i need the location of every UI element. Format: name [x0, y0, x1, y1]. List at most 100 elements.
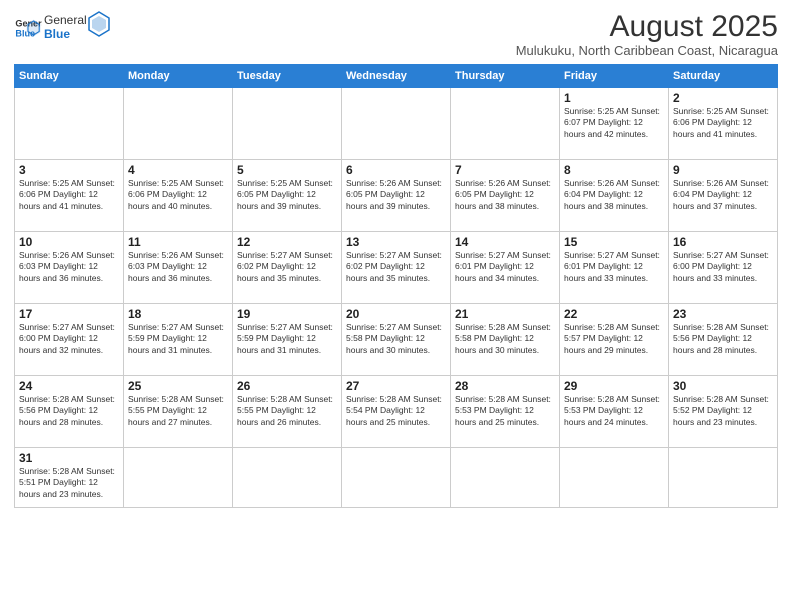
day-number: 22	[564, 307, 664, 321]
day-info: Sunrise: 5:27 AM Sunset: 6:01 PM Dayligh…	[455, 250, 555, 284]
table-row: 17Sunrise: 5:27 AM Sunset: 6:00 PM Dayli…	[15, 304, 124, 376]
day-number: 20	[346, 307, 446, 321]
day-info: Sunrise: 5:27 AM Sunset: 5:59 PM Dayligh…	[128, 322, 228, 356]
table-row	[560, 448, 669, 508]
table-row: 6Sunrise: 5:26 AM Sunset: 6:05 PM Daylig…	[342, 160, 451, 232]
table-row: 8Sunrise: 5:26 AM Sunset: 6:04 PM Daylig…	[560, 160, 669, 232]
day-number: 23	[673, 307, 773, 321]
table-row: 30Sunrise: 5:28 AM Sunset: 5:52 PM Dayli…	[669, 376, 778, 448]
day-info: Sunrise: 5:27 AM Sunset: 5:58 PM Dayligh…	[346, 322, 446, 356]
day-number: 15	[564, 235, 664, 249]
table-row: 29Sunrise: 5:28 AM Sunset: 5:53 PM Dayli…	[560, 376, 669, 448]
table-row	[342, 448, 451, 508]
col-friday: Friday	[560, 65, 669, 88]
day-number: 14	[455, 235, 555, 249]
logo: General Blue General Blue	[14, 10, 114, 45]
day-number: 7	[455, 163, 555, 177]
day-info: Sunrise: 5:27 AM Sunset: 6:00 PM Dayligh…	[19, 322, 119, 356]
table-row: 2Sunrise: 5:25 AM Sunset: 6:06 PM Daylig…	[669, 88, 778, 160]
table-row: 24Sunrise: 5:28 AM Sunset: 5:56 PM Dayli…	[15, 376, 124, 448]
table-row: 22Sunrise: 5:28 AM Sunset: 5:57 PM Dayli…	[560, 304, 669, 376]
day-number: 24	[19, 379, 119, 393]
day-info: Sunrise: 5:28 AM Sunset: 5:57 PM Dayligh…	[564, 322, 664, 356]
day-info: Sunrise: 5:26 AM Sunset: 6:04 PM Dayligh…	[564, 178, 664, 212]
calendar-table: Sunday Monday Tuesday Wednesday Thursday…	[14, 64, 778, 508]
table-row: 16Sunrise: 5:27 AM Sunset: 6:00 PM Dayli…	[669, 232, 778, 304]
table-row: 31Sunrise: 5:28 AM Sunset: 5:51 PM Dayli…	[15, 448, 124, 508]
day-info: Sunrise: 5:26 AM Sunset: 6:05 PM Dayligh…	[346, 178, 446, 212]
table-row: 1Sunrise: 5:25 AM Sunset: 6:07 PM Daylig…	[560, 88, 669, 160]
table-row: 25Sunrise: 5:28 AM Sunset: 5:55 PM Dayli…	[124, 376, 233, 448]
table-row: 27Sunrise: 5:28 AM Sunset: 5:54 PM Dayli…	[342, 376, 451, 448]
day-info: Sunrise: 5:26 AM Sunset: 6:03 PM Dayligh…	[128, 250, 228, 284]
col-thursday: Thursday	[451, 65, 560, 88]
day-number: 25	[128, 379, 228, 393]
table-row	[451, 448, 560, 508]
day-number: 1	[564, 91, 664, 105]
day-number: 13	[346, 235, 446, 249]
day-number: 18	[128, 307, 228, 321]
day-info: Sunrise: 5:26 AM Sunset: 6:04 PM Dayligh…	[673, 178, 773, 212]
col-tuesday: Tuesday	[233, 65, 342, 88]
day-info: Sunrise: 5:28 AM Sunset: 5:56 PM Dayligh…	[673, 322, 773, 356]
day-number: 17	[19, 307, 119, 321]
day-number: 10	[19, 235, 119, 249]
table-row: 19Sunrise: 5:27 AM Sunset: 5:59 PM Dayli…	[233, 304, 342, 376]
day-info: Sunrise: 5:27 AM Sunset: 5:59 PM Dayligh…	[237, 322, 337, 356]
day-number: 27	[346, 379, 446, 393]
day-info: Sunrise: 5:28 AM Sunset: 5:52 PM Dayligh…	[673, 394, 773, 428]
col-monday: Monday	[124, 65, 233, 88]
day-info: Sunrise: 5:28 AM Sunset: 5:55 PM Dayligh…	[128, 394, 228, 428]
table-row: 9Sunrise: 5:26 AM Sunset: 6:04 PM Daylig…	[669, 160, 778, 232]
day-info: Sunrise: 5:28 AM Sunset: 5:53 PM Dayligh…	[564, 394, 664, 428]
logo-icon: General Blue	[14, 14, 42, 42]
day-info: Sunrise: 5:25 AM Sunset: 6:06 PM Dayligh…	[19, 178, 119, 212]
table-row: 28Sunrise: 5:28 AM Sunset: 5:53 PM Dayli…	[451, 376, 560, 448]
day-number: 4	[128, 163, 228, 177]
table-row	[124, 88, 233, 160]
table-row	[451, 88, 560, 160]
day-info: Sunrise: 5:27 AM Sunset: 6:01 PM Dayligh…	[564, 250, 664, 284]
day-number: 12	[237, 235, 337, 249]
table-row: 15Sunrise: 5:27 AM Sunset: 6:01 PM Dayli…	[560, 232, 669, 304]
page: General Blue General Blue August 2025 Mu…	[0, 0, 792, 612]
calendar-title: August 2025	[516, 10, 778, 43]
day-number: 6	[346, 163, 446, 177]
day-number: 8	[564, 163, 664, 177]
day-number: 26	[237, 379, 337, 393]
day-info: Sunrise: 5:27 AM Sunset: 6:00 PM Dayligh…	[673, 250, 773, 284]
svg-text:General: General	[44, 13, 87, 27]
day-info: Sunrise: 5:25 AM Sunset: 6:06 PM Dayligh…	[128, 178, 228, 212]
day-number: 19	[237, 307, 337, 321]
day-info: Sunrise: 5:25 AM Sunset: 6:07 PM Dayligh…	[564, 106, 664, 140]
table-row	[233, 448, 342, 508]
day-number: 30	[673, 379, 773, 393]
table-row: 13Sunrise: 5:27 AM Sunset: 6:02 PM Dayli…	[342, 232, 451, 304]
day-info: Sunrise: 5:28 AM Sunset: 5:55 PM Dayligh…	[237, 394, 337, 428]
day-number: 16	[673, 235, 773, 249]
day-number: 11	[128, 235, 228, 249]
table-row: 18Sunrise: 5:27 AM Sunset: 5:59 PM Dayli…	[124, 304, 233, 376]
table-row: 14Sunrise: 5:27 AM Sunset: 6:01 PM Dayli…	[451, 232, 560, 304]
day-info: Sunrise: 5:26 AM Sunset: 6:05 PM Dayligh…	[455, 178, 555, 212]
table-row: 10Sunrise: 5:26 AM Sunset: 6:03 PM Dayli…	[15, 232, 124, 304]
day-number: 28	[455, 379, 555, 393]
day-number: 2	[673, 91, 773, 105]
day-number: 21	[455, 307, 555, 321]
day-info: Sunrise: 5:28 AM Sunset: 5:56 PM Dayligh…	[19, 394, 119, 428]
table-row: 21Sunrise: 5:28 AM Sunset: 5:58 PM Dayli…	[451, 304, 560, 376]
table-row	[342, 88, 451, 160]
table-row	[669, 448, 778, 508]
generalblue-logo: General Blue	[44, 10, 114, 45]
table-row	[15, 88, 124, 160]
title-block: August 2025 Mulukuku, North Caribbean Co…	[516, 10, 778, 58]
table-row: 5Sunrise: 5:25 AM Sunset: 6:05 PM Daylig…	[233, 160, 342, 232]
day-info: Sunrise: 5:28 AM Sunset: 5:51 PM Dayligh…	[19, 466, 119, 500]
col-wednesday: Wednesday	[342, 65, 451, 88]
day-number: 29	[564, 379, 664, 393]
header-row: Sunday Monday Tuesday Wednesday Thursday…	[15, 65, 778, 88]
table-row: 23Sunrise: 5:28 AM Sunset: 5:56 PM Dayli…	[669, 304, 778, 376]
day-info: Sunrise: 5:28 AM Sunset: 5:54 PM Dayligh…	[346, 394, 446, 428]
table-row: 4Sunrise: 5:25 AM Sunset: 6:06 PM Daylig…	[124, 160, 233, 232]
day-info: Sunrise: 5:28 AM Sunset: 5:53 PM Dayligh…	[455, 394, 555, 428]
